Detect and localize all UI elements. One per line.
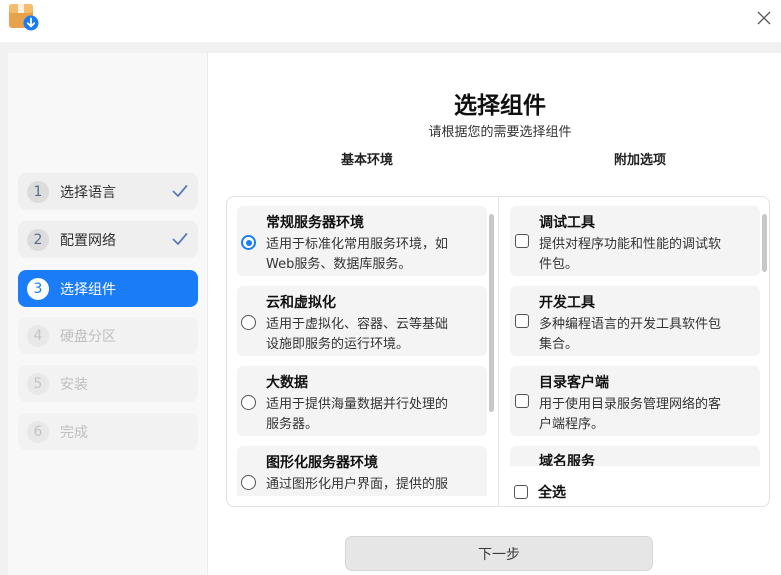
- checkmark-icon: [172, 185, 188, 197]
- title-bar: [0, 0, 781, 42]
- step-number: 2: [27, 228, 49, 251]
- close-button[interactable]: [752, 6, 776, 30]
- checkbox[interactable]: [515, 234, 529, 248]
- addon-option[interactable]: 域名服务: [510, 446, 760, 466]
- option-title: 调试工具: [539, 215, 595, 231]
- step-number: 3: [27, 277, 49, 300]
- addons-header: 附加选项: [613, 153, 666, 168]
- step-select-components[interactable]: 3 选择组件: [18, 270, 198, 307]
- step-number: 6: [27, 420, 49, 443]
- base-env-option[interactable]: 云和虚拟化 适用于虚拟化、容器、云等基础 设施即服务的运行环境。: [237, 286, 487, 356]
- option-title: 常规服务器环境: [266, 215, 364, 231]
- base-env-option[interactable]: 大数据 适用于提供海量数据并行处理的 服务器。: [237, 366, 487, 436]
- step-label: 硬盘分区: [60, 328, 116, 345]
- addons-list[interactable]: 调试工具 提供对程序功能和性能的调试软 件包。 开发工具 多种编程语言的开发工具…: [510, 206, 760, 466]
- page-subtitle: 请根据您的需要选择组件: [428, 125, 572, 140]
- base-environment-header: 基本环境: [340, 153, 393, 168]
- step-label: 安装: [60, 376, 88, 393]
- option-title: 大数据: [266, 375, 308, 391]
- option-description: 提供对程序功能和性能的调试软 件包。: [539, 237, 722, 272]
- radio-selected[interactable]: [241, 235, 256, 250]
- step-label: 完成: [60, 424, 88, 441]
- addon-option[interactable]: 开发工具 多种编程语言的开发工具软件包 集合。: [510, 286, 760, 356]
- checkbox[interactable]: [515, 394, 529, 408]
- step-select-language[interactable]: 1 选择语言: [18, 173, 198, 210]
- page-title: 选择组件: [454, 93, 546, 119]
- option-title: 云和虚拟化: [266, 295, 336, 311]
- option-description: 用于使用目录服务管理网络的客 户端程序。: [539, 397, 722, 432]
- select-all[interactable]: 全选: [508, 482, 748, 502]
- addons-list-scrollbar[interactable]: [762, 214, 767, 272]
- step-label: 选择组件: [60, 281, 116, 298]
- checkmark-icon: [172, 233, 188, 245]
- package-installer-icon: [9, 4, 39, 32]
- step-label: 配置网络: [60, 232, 116, 249]
- step-finish: 6 完成: [18, 413, 198, 450]
- close-icon: [757, 11, 771, 25]
- next-button[interactable]: 下一步: [345, 536, 653, 571]
- option-title: 域名服务: [539, 454, 595, 466]
- option-title: 开发工具: [539, 295, 595, 311]
- option-description: 适用于提供海量数据并行处理的 服务器。: [266, 397, 449, 432]
- option-description: 通过图形化用户界面，提供的服: [266, 477, 449, 492]
- step-number: 4: [27, 324, 49, 347]
- option-title: 目录客户端: [539, 375, 609, 391]
- option-description: 适用于虚拟化、容器、云等基础 设施即服务的运行环境。: [266, 317, 449, 352]
- radio-unselected[interactable]: [241, 315, 256, 330]
- radio-unselected[interactable]: [241, 475, 256, 490]
- option-description: 多种编程语言的开发工具软件包 集合。: [539, 317, 722, 352]
- steps-sidebar: [8, 53, 208, 575]
- step-disk-partition: 4 硬盘分区: [18, 317, 198, 354]
- option-title: 图形化服务器环境: [266, 455, 378, 471]
- base-env-option[interactable]: 常规服务器环境 适用于标准化常用服务环境，如 Web服务、数据库服务。: [237, 206, 487, 276]
- step-number: 5: [27, 372, 49, 395]
- option-description: 适用于标准化常用服务环境，如 Web服务、数据库服务。: [266, 237, 449, 272]
- select-all-checkbox[interactable]: [514, 485, 528, 499]
- addon-option[interactable]: 目录客户端 用于使用目录服务管理网络的客 户端程序。: [510, 366, 760, 436]
- step-label: 选择语言: [60, 184, 116, 201]
- step-number: 1: [27, 180, 49, 203]
- addon-option[interactable]: 调试工具 提供对程序功能和性能的调试软 件包。: [510, 206, 760, 276]
- base-env-option[interactable]: 图形化服务器环境 通过图形化用户界面，提供的服: [237, 446, 487, 496]
- base-list-scrollbar[interactable]: [489, 214, 494, 412]
- step-install: 5 安装: [18, 365, 198, 402]
- checkbox[interactable]: [515, 314, 529, 328]
- base-environment-list[interactable]: 常规服务器环境 适用于标准化常用服务环境，如 Web服务、数据库服务。 云和虚拟…: [237, 206, 487, 496]
- select-all-label: 全选: [538, 485, 566, 501]
- panel-divider: [498, 196, 499, 507]
- radio-unselected[interactable]: [241, 395, 256, 410]
- step-configure-network[interactable]: 2 配置网络: [18, 221, 198, 258]
